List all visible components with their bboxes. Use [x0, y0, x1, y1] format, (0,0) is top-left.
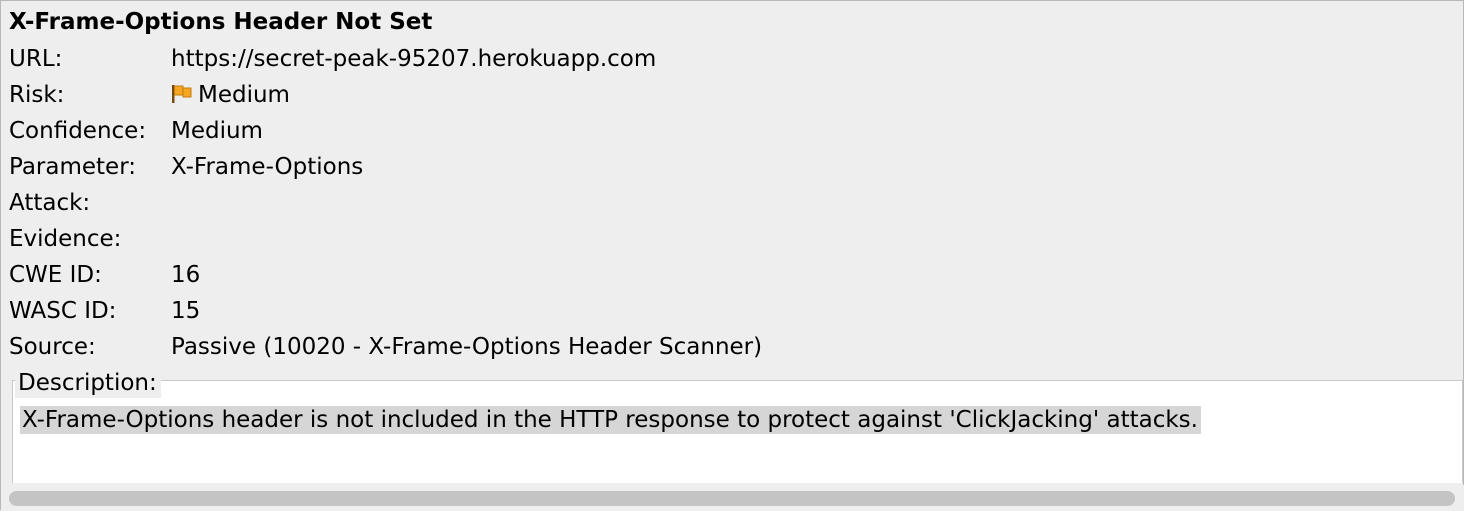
risk-row: Risk: Medium	[9, 77, 290, 113]
parameter-value: X-Frame-Options	[171, 154, 364, 180]
wasc-id-row: WASC ID: 15	[9, 293, 200, 329]
cwe-id-row: CWE ID: 16	[9, 257, 200, 293]
url-value[interactable]: https://secret-peak-95207.herokuapp.com	[171, 41, 656, 77]
confidence-row: Confidence: Medium	[9, 113, 263, 149]
url-label: URL:	[9, 46, 63, 72]
wasc-id-value[interactable]: 15	[171, 293, 200, 329]
wasc-id-label: WASC ID:	[9, 298, 117, 324]
source-row: Source: Passive (10020 - X-Frame-Options …	[9, 329, 762, 365]
parameter-label: Parameter:	[9, 154, 137, 180]
risk-label: Risk:	[9, 82, 65, 108]
cwe-id-value[interactable]: 16	[171, 257, 200, 293]
parameter-row: Parameter: X-Frame-Options	[9, 149, 363, 185]
scrollbar-thumb[interactable]	[9, 491, 1455, 506]
source-label: Source:	[9, 334, 96, 360]
cwe-id-label: CWE ID:	[9, 262, 102, 288]
description-legend: Description:	[15, 368, 161, 398]
attack-label: Attack:	[9, 190, 91, 216]
description-text[interactable]: X-Frame-Options header is not included i…	[20, 406, 1201, 434]
risk-value-wrap: Medium	[171, 77, 290, 113]
alert-title: X-Frame-Options Header Not Set	[9, 9, 433, 35]
alert-details-panel: X-Frame-Options Header Not Set URL: https…	[0, 0, 1464, 511]
evidence-label: Evidence:	[9, 226, 122, 252]
confidence-value: Medium	[171, 118, 263, 144]
confidence-label: Confidence:	[9, 118, 147, 144]
orange-flag-icon	[172, 85, 192, 103]
attack-row: Attack:	[9, 185, 171, 221]
source-value: Passive (10020 - X-Frame-Options Header …	[171, 334, 763, 360]
evidence-row: Evidence:	[9, 221, 171, 257]
risk-value: Medium	[198, 82, 290, 108]
url-row: URL: https://secret-peak-95207.herokuapp.…	[9, 41, 656, 77]
